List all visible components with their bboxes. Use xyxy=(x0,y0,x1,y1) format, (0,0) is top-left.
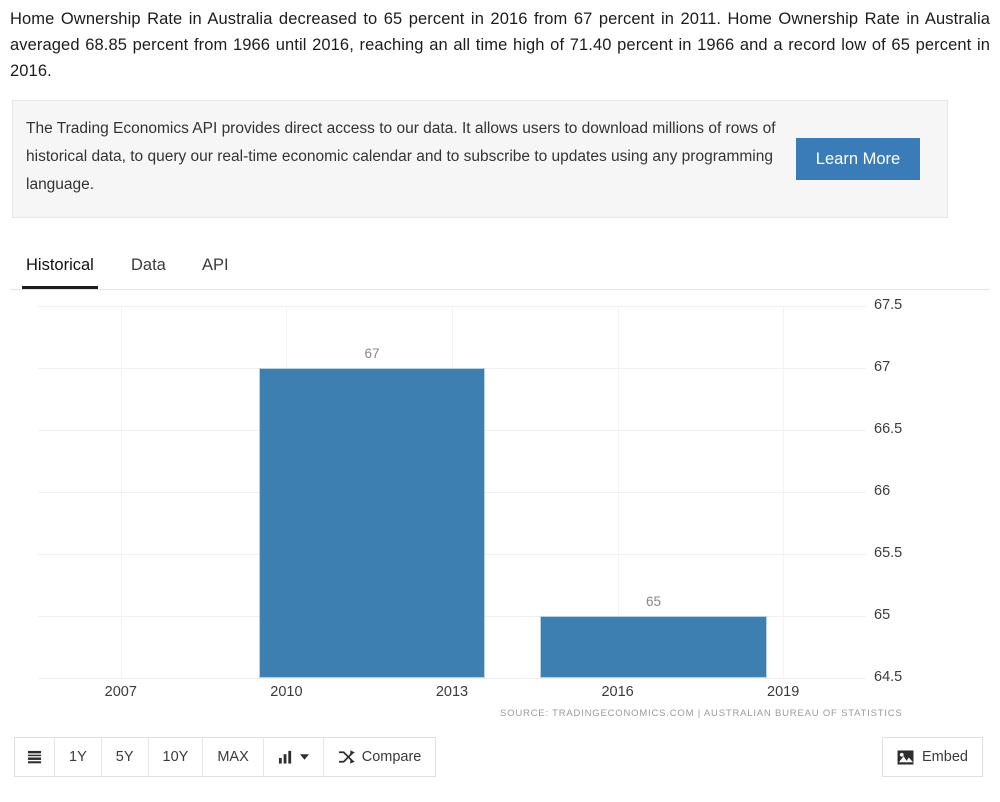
gridline-vertical xyxy=(783,306,785,678)
api-promo-box: The Trading Economics API provides direc… xyxy=(12,100,948,218)
embed-button[interactable]: Embed xyxy=(882,737,983,777)
x-axis-tick-label: 2019 xyxy=(767,684,800,700)
range-1y-button[interactable]: 1Y xyxy=(55,738,102,776)
x-axis-tick-label: 2016 xyxy=(601,684,634,700)
chart-bar[interactable] xyxy=(540,616,767,678)
range-10y-button[interactable]: 10Y xyxy=(148,738,204,776)
bar-value-label: 67 xyxy=(364,346,380,361)
y-axis-tick-label: 67 xyxy=(874,359,891,375)
compare-label: Compare xyxy=(361,749,422,765)
y-axis-tick-label: 65 xyxy=(874,607,891,623)
bar-chart-icon xyxy=(278,750,293,764)
tab-api[interactable]: API xyxy=(198,245,233,289)
summary-paragraph: Home Ownership Rate in Australia decreas… xyxy=(10,10,990,80)
x-axis-tick-label: 2013 xyxy=(435,684,469,700)
chart-toolbar[interactable]: 1Y 5Y 10Y MAX Compare xyxy=(14,737,437,777)
chart-source-note: SOURCE: TRADINGECONOMICS.COM | AUSTRALIA… xyxy=(500,708,903,719)
page-root: Home Ownership Rate in Australia decreas… xyxy=(0,0,1000,802)
range-max-button[interactable]: MAX xyxy=(203,738,264,776)
x-axis-tick-label: 2007 xyxy=(104,684,137,700)
chart-bar[interactable] xyxy=(258,368,486,678)
gridline-horizontal xyxy=(38,678,866,679)
chart-type-dropdown[interactable] xyxy=(263,738,324,776)
range-5y-button[interactable]: 5Y xyxy=(101,738,149,776)
home-ownership-rate-chart[interactable]: 2007 2010 2013 2016 2019 67 65 67.5 67 66.5 66 65.… xyxy=(0,290,1000,700)
bar-value-label: 65 xyxy=(645,594,661,609)
compare-button[interactable]: Compare xyxy=(323,738,436,776)
learn-more-button[interactable]: Learn More xyxy=(796,138,920,180)
y-axis-tick-label: 67.5 xyxy=(874,297,903,313)
list-icon xyxy=(27,750,42,765)
y-axis-tick-label: 64.5 xyxy=(874,669,903,685)
tab-historical[interactable]: Historical xyxy=(22,245,98,289)
y-axis-tick-label: 66 xyxy=(874,483,891,499)
embed-label: Embed xyxy=(922,749,968,765)
y-axis-tick-label: 66.5 xyxy=(874,421,903,437)
shuffle-icon xyxy=(338,750,355,764)
api-promo-text: The Trading Economics API provides direc… xyxy=(26,120,776,193)
tab-bar: Historical Data API xyxy=(10,245,990,290)
chevron-down-icon xyxy=(299,754,309,760)
tab-data[interactable]: Data xyxy=(127,245,170,289)
list-view-button[interactable] xyxy=(15,738,55,776)
x-axis-tick-label: 2010 xyxy=(270,684,303,700)
image-icon xyxy=(897,749,914,765)
y-axis-tick-label: 65.5 xyxy=(874,545,903,561)
chart-plot-area[interactable]: 2007 2010 2013 2016 2019 67 65 xyxy=(38,306,866,700)
gridline-vertical xyxy=(120,306,122,678)
